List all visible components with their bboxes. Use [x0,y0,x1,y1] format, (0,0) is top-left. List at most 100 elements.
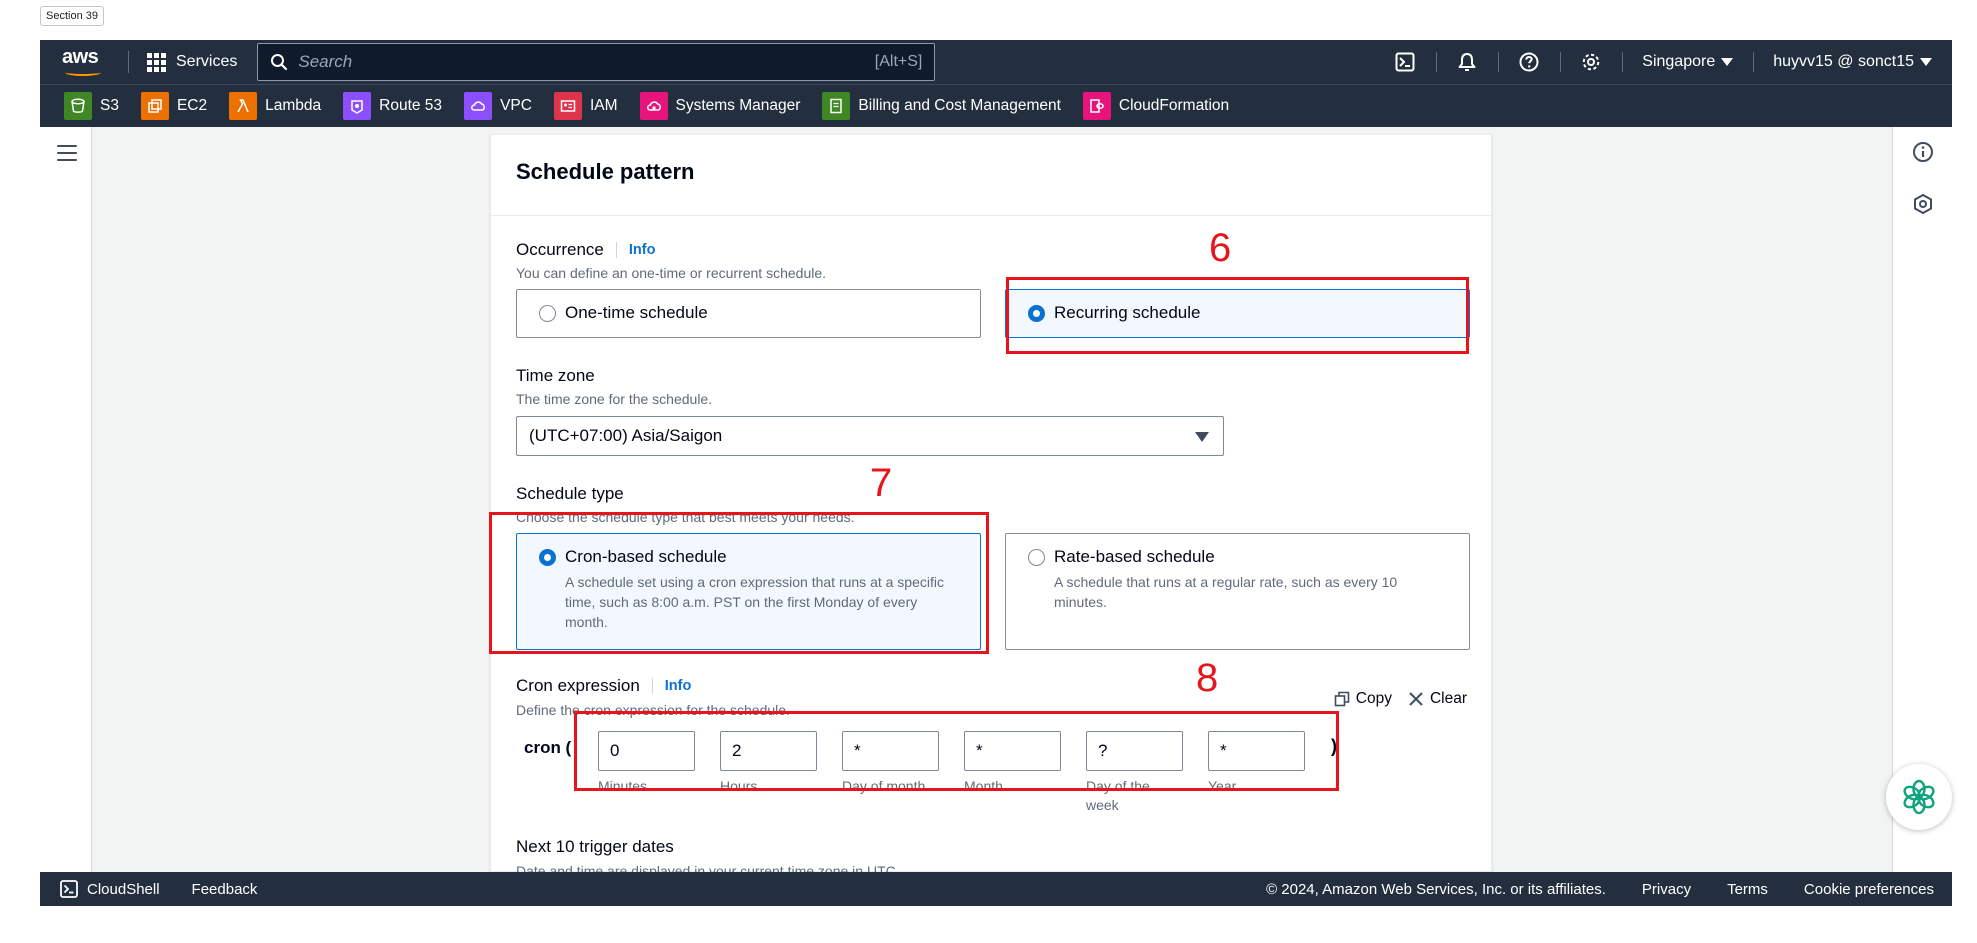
region-selector[interactable]: Singapore [1622,40,1753,84]
copyright-text: © 2024, Amazon Web Services, Inc. or its… [1266,880,1606,898]
cloudshell-icon [1395,52,1415,72]
cloudshell-label: CloudShell [87,880,160,898]
favorite-label: Systems Manager [675,97,801,114]
tools-rail [1892,127,1952,872]
annotation-number: 8 [1196,656,1219,700]
bell-icon [1458,53,1476,71]
cloudshell-button[interactable] [1374,40,1436,84]
services-grid-icon [147,52,166,72]
one-time-schedule-label: One-time schedule [565,303,708,322]
radio-one-time[interactable] [539,305,556,322]
timezone-value: (UTC+07:00) Asia/Saigon [529,426,723,445]
region-label: Singapore [1642,53,1716,70]
side-navigation-rail [40,127,92,872]
clear-button[interactable]: Clear [1408,690,1467,708]
favorite-label: VPC [500,97,532,114]
favorite-lambda[interactable]: Lambda [229,92,321,120]
favorite-label: IAM [589,97,618,114]
favorite-s3[interactable]: S3 [64,92,119,120]
favorite-label: Billing and Cost Management [858,97,1061,114]
timezone-label: Time zone [516,366,595,385]
iam-icon [553,92,582,120]
menu-icon[interactable] [57,145,77,166]
aws-smile-icon [65,69,101,76]
favorites-bar: S3 EC2 Lambda Route 53 VPC IAM Systems M… [40,84,1952,127]
cloudshell-footer-button[interactable]: CloudShell [60,880,160,898]
aws-logo-text: aws [62,46,99,68]
console-footer: CloudShell Feedback © 2024, Amazon Web S… [40,872,1952,906]
s3-icon [64,92,92,120]
next-trigger-dates-label: Next 10 trigger dates [516,837,674,856]
search-box[interactable]: [Alt+S] [257,43,936,81]
favorite-iam[interactable]: IAM [553,92,618,120]
timezone-select[interactable]: (UTC+07:00) Asia/Saigon [516,416,1224,456]
caret-down-icon [1721,58,1734,66]
favorite-vpc[interactable]: VPC [464,92,532,120]
services-button[interactable]: Services [147,52,238,72]
favorite-route53[interactable]: Route 53 [343,92,442,120]
billing-icon [822,92,851,120]
favorite-label: CloudFormation [1118,97,1230,114]
rate-based-schedule-title: Rate-based schedule [1054,547,1215,566]
favorite-cloudformation[interactable]: CloudFormation [1082,92,1230,120]
copy-label: Copy [1355,690,1392,707]
caret-down-icon [1920,58,1932,66]
cron-info-link[interactable]: Info [651,678,691,694]
favorite-billing[interactable]: Billing and Cost Management [822,92,1061,120]
clear-label: Clear [1429,690,1467,707]
copy-icon [1334,691,1350,707]
notifications-button[interactable] [1436,40,1498,84]
top-navigation: aws Services [Alt+S] [40,40,1952,84]
search-icon [271,54,288,71]
annotation-box-cron-fields [574,711,1339,791]
aws-logo[interactable]: aws [62,44,116,80]
settings-button[interactable] [1560,40,1622,84]
services-label: Services [176,53,238,70]
rate-based-schedule-option[interactable]: Rate-based schedule A schedule that runs… [1005,533,1470,650]
occurrence-label: Occurrence [516,240,604,259]
annotation-number: 7 [870,461,893,505]
hexagon-icon[interactable] [1912,193,1934,215]
panel-title: Schedule pattern [516,159,695,184]
occurrence-label-row: Occurrence Info [516,240,655,260]
divider [491,215,1491,216]
one-time-schedule-option[interactable]: One-time schedule [516,289,981,338]
favorite-label: S3 [100,97,119,114]
nav-divider [128,51,129,73]
cron-expression-label: Cron expression [516,676,640,695]
favorite-systems-manager[interactable]: Systems Manager [639,92,801,120]
feedback-link[interactable]: Feedback [192,881,258,898]
help-icon [1519,52,1539,72]
cron-prefix: cron ( [524,738,572,757]
caret-down-icon [1195,432,1209,442]
privacy-link[interactable]: Privacy [1642,881,1691,898]
account-label: huyvv15 @ sonct15 [1773,53,1914,70]
help-button[interactable] [1498,40,1560,84]
annotation-box-cron [489,512,989,654]
occurrence-info-link[interactable]: Info [615,242,655,258]
account-menu[interactable]: huyvv15 @ sonct15 [1753,40,1952,84]
assistant-flower-icon [1903,779,1935,815]
annotation-number: 6 [1209,226,1232,270]
radio-rate-based[interactable] [1028,549,1045,566]
favorite-label: EC2 [176,97,208,114]
cookie-preferences-link[interactable]: Cookie preferences [1804,881,1934,898]
ec2-icon [140,92,169,120]
gear-icon [1582,53,1600,71]
search-input[interactable] [298,52,865,72]
rate-based-schedule-description: A schedule that runs at a regular rate, … [1054,574,1398,610]
cloudformation-icon [1082,92,1111,120]
favorite-label: Route 53 [379,97,443,114]
favorite-ec2[interactable]: EC2 [140,92,208,120]
copy-button[interactable]: Copy [1334,690,1392,708]
assistant-button[interactable] [1886,764,1952,830]
lambda-icon [229,92,258,120]
terms-link[interactable]: Terms [1727,881,1768,898]
cron-expression-label-row: Cron expression Info [516,676,691,696]
cron-actions: Copy Clear [1334,690,1467,708]
section-tag: Section 39 [40,6,104,26]
info-circle-icon[interactable] [1912,141,1934,163]
occurrence-description: You can define an one-time or recurrent … [516,265,827,281]
timezone-description: The time zone for the schedule. [516,391,713,407]
route53-icon [343,92,372,120]
